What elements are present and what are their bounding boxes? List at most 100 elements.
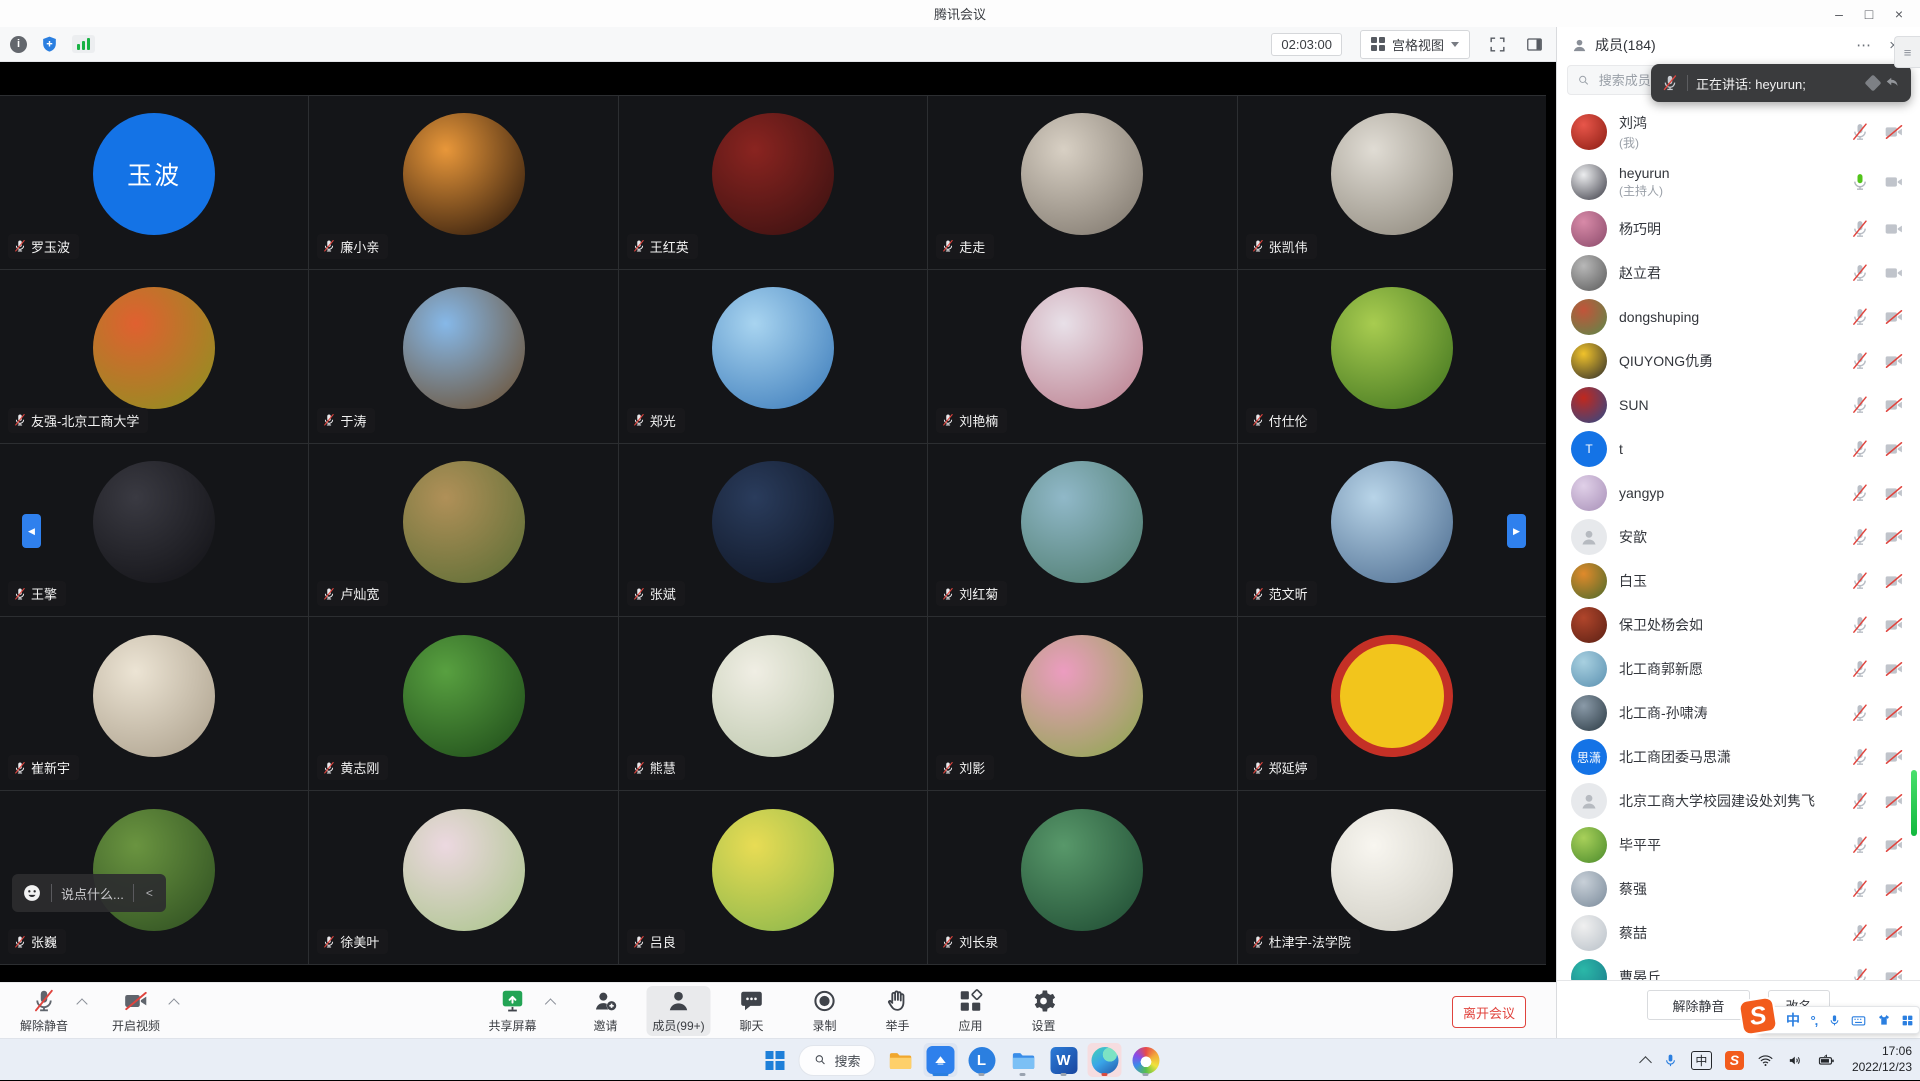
member-row-2[interactable]: heyurun (主持人)	[1557, 157, 1920, 207]
panel-menu-button[interactable]: ⋯	[1856, 36, 1871, 54]
member-row-8[interactable]: T t	[1557, 427, 1920, 471]
video-tile-14[interactable]: 刘红菊	[928, 444, 1236, 617]
muted-mic-icon[interactable]	[1850, 439, 1870, 459]
chat-input-placeholder[interactable]: 说点什么...	[61, 884, 124, 903]
tray-mic-icon[interactable]	[1663, 1053, 1678, 1068]
video-tile-4[interactable]: 走走	[928, 96, 1236, 269]
camera-off-icon[interactable]	[1884, 122, 1904, 142]
member-row-14[interactable]: 北工商-孙啸涛	[1557, 691, 1920, 735]
start-button[interactable]	[757, 1043, 791, 1077]
camera-off-icon[interactable]	[1884, 483, 1904, 503]
unmute-all-button[interactable]: 解除静音	[1647, 990, 1749, 1020]
toolbar-chat-button[interactable]: 聊天	[720, 986, 784, 1036]
sogou-tray-icon[interactable]: S	[1725, 1051, 1744, 1070]
video-tile-17[interactable]: 黄志刚	[309, 617, 617, 790]
security-shield-icon[interactable]	[40, 35, 59, 54]
video-tile-25[interactable]: 杜津宇-法学院	[1238, 791, 1546, 964]
camera-off-icon[interactable]	[1884, 439, 1904, 459]
video-tile-11[interactable]: 王擎	[0, 444, 308, 617]
camera-off-icon[interactable]	[1884, 923, 1904, 943]
camera-off-icon[interactable]	[1884, 703, 1904, 723]
camera-off-icon[interactable]	[1884, 351, 1904, 371]
member-row-20[interactable]: 曹晏丘	[1557, 955, 1920, 980]
maximize-button[interactable]: □	[1854, 0, 1884, 27]
docs-app-icon[interactable]: L	[965, 1043, 999, 1077]
member-row-5[interactable]: dongshuping	[1557, 295, 1920, 339]
toolbar-apps-button[interactable]: 应用	[939, 986, 1003, 1036]
video-tile-20[interactable]: 郑延婷	[1238, 617, 1546, 790]
camera-off-icon[interactable]	[1884, 747, 1904, 767]
ime-voice-icon[interactable]	[1828, 1014, 1841, 1027]
toolbar-share-screen-button[interactable]: 共享屏幕	[481, 986, 545, 1036]
member-row-9[interactable]: yangyp	[1557, 471, 1920, 515]
toolbar-invite-button[interactable]: 邀请	[574, 986, 638, 1036]
grid-page-prev-button[interactable]: ◀	[22, 514, 41, 548]
side-panel-toggle-button[interactable]	[1525, 35, 1544, 54]
camera-off-icon[interactable]	[1884, 615, 1904, 635]
video-tile-12[interactable]: 卢灿宽	[309, 444, 617, 617]
camera-off-icon[interactable]	[1884, 527, 1904, 547]
quick-chat-pill[interactable]: 说点什么... <	[12, 874, 166, 912]
muted-mic-icon[interactable]	[1850, 395, 1870, 415]
camera-off-icon[interactable]	[1884, 307, 1904, 327]
toolbar-cam-slash-button[interactable]: 开启视频	[104, 986, 168, 1036]
tencent-meeting-app-icon[interactable]	[924, 1043, 958, 1077]
member-row-13[interactable]: 北工商郭新愿	[1557, 647, 1920, 691]
muted-mic-icon[interactable]	[1850, 879, 1870, 899]
video-tile-2[interactable]: 廉小亲	[309, 96, 617, 269]
video-tile-24[interactable]: 刘长泉	[928, 791, 1236, 964]
battery-icon[interactable]	[1817, 1052, 1836, 1069]
camera-icon[interactable]	[1884, 263, 1904, 283]
video-tile-13[interactable]: 张斌	[619, 444, 927, 617]
meeting-info-icon[interactable]: i	[10, 36, 27, 53]
ime-mode-toggle[interactable]: 中	[1786, 1010, 1800, 1030]
member-row-3[interactable]: 杨巧明	[1557, 207, 1920, 251]
video-tile-19[interactable]: 刘影	[928, 617, 1236, 790]
ime-keyboard-icon[interactable]	[1851, 1013, 1866, 1028]
muted-mic-icon[interactable]	[1850, 351, 1870, 371]
panel-drag-handle[interactable]: ≡	[1894, 36, 1920, 68]
member-row-6[interactable]: QIUYONG仇勇	[1557, 339, 1920, 383]
video-tile-9[interactable]: 刘艳楠	[928, 270, 1236, 443]
muted-mic-icon[interactable]	[1850, 923, 1870, 943]
chevron-up-icon[interactable]	[168, 998, 179, 1009]
muted-mic-icon[interactable]	[1850, 791, 1870, 811]
paint-app-icon[interactable]	[1129, 1043, 1163, 1077]
chevron-up-icon[interactable]	[545, 998, 556, 1009]
member-row-11[interactable]: 白玉	[1557, 559, 1920, 603]
ime-toolbox-icon[interactable]	[1901, 1014, 1914, 1027]
video-tile-10[interactable]: 付仕伦	[1238, 270, 1546, 443]
mic-on-icon[interactable]	[1850, 172, 1870, 192]
reply-arrow-icon[interactable]	[1883, 74, 1901, 92]
muted-mic-icon[interactable]	[1850, 967, 1870, 980]
toolbar-mic-slash-button[interactable]: 解除静音	[12, 986, 76, 1036]
camera-icon[interactable]	[1884, 172, 1904, 192]
close-button[interactable]: ×	[1884, 0, 1914, 27]
ime-punctuation-toggle[interactable]: °,	[1810, 1013, 1817, 1028]
member-row-18[interactable]: 蔡强	[1557, 867, 1920, 911]
muted-mic-icon[interactable]	[1850, 659, 1870, 679]
camera-icon[interactable]	[1884, 219, 1904, 239]
video-tile-1[interactable]: 玉波 罗玉波	[0, 96, 308, 269]
wifi-icon[interactable]	[1757, 1052, 1774, 1069]
member-row-16[interactable]: 北京工商大学校园建设处刘隽飞	[1557, 779, 1920, 823]
blue-folder-app-icon[interactable]	[1006, 1043, 1040, 1077]
muted-mic-icon[interactable]	[1850, 527, 1870, 547]
leave-meeting-button[interactable]: 离开会议	[1452, 996, 1526, 1028]
member-row-19[interactable]: 蔡喆	[1557, 911, 1920, 955]
video-tile-18[interactable]: 熊慧	[619, 617, 927, 790]
word-app-icon[interactable]: W	[1047, 1043, 1081, 1077]
fullscreen-button[interactable]	[1488, 35, 1507, 54]
video-tile-6[interactable]: 友强-北京工商大学	[0, 270, 308, 443]
volume-icon[interactable]	[1787, 1052, 1804, 1069]
member-row-12[interactable]: 保卫处杨会如	[1557, 603, 1920, 647]
video-tile-5[interactable]: 张凯伟	[1238, 96, 1546, 269]
file-explorer-icon[interactable]	[883, 1043, 917, 1077]
video-tile-23[interactable]: 吕良	[619, 791, 927, 964]
camera-off-icon[interactable]	[1884, 967, 1904, 980]
camera-off-icon[interactable]	[1884, 791, 1904, 811]
muted-mic-icon[interactable]	[1850, 263, 1870, 283]
edge-browser-icon[interactable]	[1088, 1043, 1122, 1077]
member-row-17[interactable]: 毕平平	[1557, 823, 1920, 867]
video-tile-15[interactable]: 范文昕	[1238, 444, 1546, 617]
